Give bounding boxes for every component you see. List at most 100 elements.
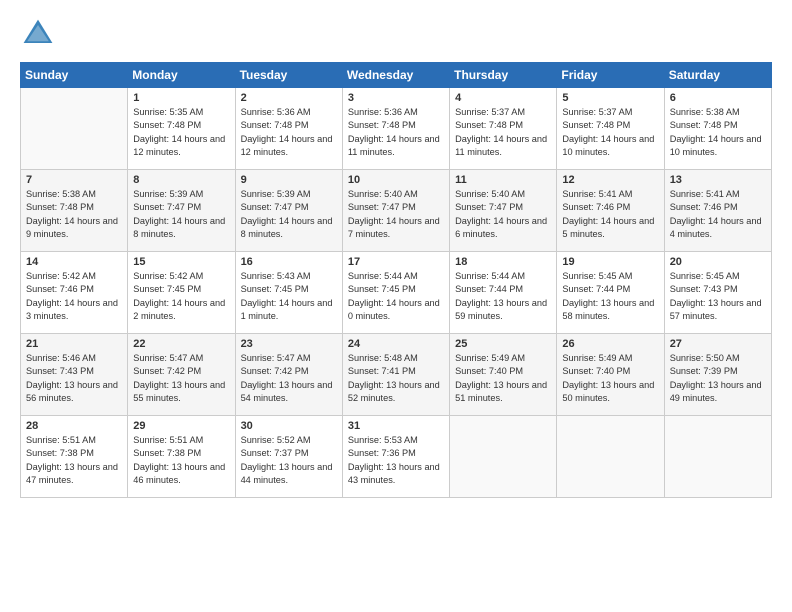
day-number: 26 xyxy=(562,338,658,350)
calendar-cell: 8 Sunrise: 5:39 AMSunset: 7:47 PMDaylight… xyxy=(128,170,235,252)
weekday-header-monday: Monday xyxy=(128,63,235,88)
calendar-cell: 14 Sunrise: 5:42 AMSunset: 7:46 PMDayligh… xyxy=(21,252,128,334)
calendar-cell: 22Sunrise: 5:47 AMSunset: 7:42 PMDayligh… xyxy=(128,334,235,416)
day-info: Sunrise: 5:47 AMSunset: 7:42 PMDaylight:… xyxy=(241,352,337,405)
day-number: 30 xyxy=(241,420,337,432)
calendar-cell: 29Sunrise: 5:51 AMSunset: 7:38 PMDayligh… xyxy=(128,416,235,498)
day-number: 15 xyxy=(133,256,229,268)
calendar-cell: 12 Sunrise: 5:41 AMSunset: 7:46 PMDayligh… xyxy=(557,170,664,252)
calendar-cell: 6 Sunrise: 5:38 AMSunset: 7:48 PMDaylight… xyxy=(664,88,771,170)
day-number: 20 xyxy=(670,256,766,268)
day-info: Sunrise: 5:36 AMSunset: 7:48 PMDaylight:… xyxy=(348,106,444,159)
day-number: 8 xyxy=(133,174,229,186)
day-number: 22 xyxy=(133,338,229,350)
day-number: 11 xyxy=(455,174,551,186)
calendar-table: SundayMondayTuesdayWednesdayThursdayFrid… xyxy=(20,62,772,498)
day-info: Sunrise: 5:49 AMSunset: 7:40 PMDaylight:… xyxy=(455,352,551,405)
calendar-cell: 13Sunrise: 5:41 AMSunset: 7:46 PMDayligh… xyxy=(664,170,771,252)
day-number: 23 xyxy=(241,338,337,350)
day-info: Sunrise: 5:45 AMSunset: 7:43 PMDaylight:… xyxy=(670,270,766,323)
day-info: Sunrise: 5:36 AMSunset: 7:48 PMDaylight:… xyxy=(241,106,337,159)
calendar-cell: 16 Sunrise: 5:43 AMSunset: 7:45 PMDayligh… xyxy=(235,252,342,334)
header xyxy=(20,16,772,52)
day-number: 27 xyxy=(670,338,766,350)
day-info: Sunrise: 5:42 AMSunset: 7:46 PMDaylight:… xyxy=(26,270,122,323)
calendar-cell: 31Sunrise: 5:53 AMSunset: 7:36 PMDayligh… xyxy=(342,416,449,498)
calendar-cell: 26 Sunrise: 5:49 AMSunset: 7:40 PMDayligh… xyxy=(557,334,664,416)
day-number: 25 xyxy=(455,338,551,350)
calendar-cell: 2 Sunrise: 5:36 AMSunset: 7:48 PMDaylight… xyxy=(235,88,342,170)
calendar-cell xyxy=(557,416,664,498)
calendar-cell: 7 Sunrise: 5:38 AMSunset: 7:48 PMDaylight… xyxy=(21,170,128,252)
calendar-cell: 1Sunrise: 5:35 AMSunset: 7:48 PMDaylight… xyxy=(128,88,235,170)
calendar-cell: 11Sunrise: 5:40 AMSunset: 7:47 PMDayligh… xyxy=(450,170,557,252)
day-number: 7 xyxy=(26,174,122,186)
day-number: 14 xyxy=(26,256,122,268)
day-number: 21 xyxy=(26,338,122,350)
calendar-cell xyxy=(21,88,128,170)
weekday-header-sunday: Sunday xyxy=(21,63,128,88)
day-number: 29 xyxy=(133,420,229,432)
week-row-3: 14 Sunrise: 5:42 AMSunset: 7:46 PMDayligh… xyxy=(21,252,772,334)
week-row-4: 21 Sunrise: 5:46 AMSunset: 7:43 PMDayligh… xyxy=(21,334,772,416)
weekday-header-wednesday: Wednesday xyxy=(342,63,449,88)
calendar-cell: 24 Sunrise: 5:48 AMSunset: 7:41 PMDayligh… xyxy=(342,334,449,416)
day-info: Sunrise: 5:41 AMSunset: 7:46 PMDaylight:… xyxy=(670,188,766,241)
calendar-cell: 25 Sunrise: 5:49 AMSunset: 7:40 PMDayligh… xyxy=(450,334,557,416)
day-info: Sunrise: 5:39 AMSunset: 7:47 PMDaylight:… xyxy=(241,188,337,241)
day-number: 19 xyxy=(562,256,658,268)
day-info: Sunrise: 5:38 AMSunset: 7:48 PMDaylight:… xyxy=(26,188,122,241)
day-number: 28 xyxy=(26,420,122,432)
day-number: 17 xyxy=(348,256,444,268)
calendar-cell: 27 Sunrise: 5:50 AMSunset: 7:39 PMDayligh… xyxy=(664,334,771,416)
calendar-cell xyxy=(450,416,557,498)
day-number: 6 xyxy=(670,92,766,104)
day-info: Sunrise: 5:39 AMSunset: 7:47 PMDaylight:… xyxy=(133,188,229,241)
day-info: Sunrise: 5:37 AMSunset: 7:48 PMDaylight:… xyxy=(562,106,658,159)
calendar-cell: 23 Sunrise: 5:47 AMSunset: 7:42 PMDayligh… xyxy=(235,334,342,416)
weekday-header-row: SundayMondayTuesdayWednesdayThursdayFrid… xyxy=(21,63,772,88)
day-info: Sunrise: 5:52 AMSunset: 7:37 PMDaylight:… xyxy=(241,434,337,487)
day-number: 1 xyxy=(133,92,229,104)
calendar-cell: 4 Sunrise: 5:37 AMSunset: 7:48 PMDaylight… xyxy=(450,88,557,170)
day-info: Sunrise: 5:38 AMSunset: 7:48 PMDaylight:… xyxy=(670,106,766,159)
day-info: Sunrise: 5:44 AMSunset: 7:45 PMDaylight:… xyxy=(348,270,444,323)
calendar-cell: 20 Sunrise: 5:45 AMSunset: 7:43 PMDayligh… xyxy=(664,252,771,334)
day-info: Sunrise: 5:41 AMSunset: 7:46 PMDaylight:… xyxy=(562,188,658,241)
page: SundayMondayTuesdayWednesdayThursdayFrid… xyxy=(0,0,792,612)
day-number: 12 xyxy=(562,174,658,186)
calendar-cell xyxy=(664,416,771,498)
calendar-cell: 21 Sunrise: 5:46 AMSunset: 7:43 PMDayligh… xyxy=(21,334,128,416)
day-number: 3 xyxy=(348,92,444,104)
calendar-cell: 3 Sunrise: 5:36 AMSunset: 7:48 PMDaylight… xyxy=(342,88,449,170)
week-row-5: 28Sunrise: 5:51 AMSunset: 7:38 PMDayligh… xyxy=(21,416,772,498)
day-info: Sunrise: 5:45 AMSunset: 7:44 PMDaylight:… xyxy=(562,270,658,323)
weekday-header-friday: Friday xyxy=(557,63,664,88)
day-info: Sunrise: 5:46 AMSunset: 7:43 PMDaylight:… xyxy=(26,352,122,405)
day-number: 4 xyxy=(455,92,551,104)
weekday-header-saturday: Saturday xyxy=(664,63,771,88)
day-number: 9 xyxy=(241,174,337,186)
logo xyxy=(20,16,60,52)
week-row-2: 7 Sunrise: 5:38 AMSunset: 7:48 PMDaylight… xyxy=(21,170,772,252)
day-number: 10 xyxy=(348,174,444,186)
day-info: Sunrise: 5:48 AMSunset: 7:41 PMDaylight:… xyxy=(348,352,444,405)
day-info: Sunrise: 5:43 AMSunset: 7:45 PMDaylight:… xyxy=(241,270,337,323)
day-number: 31 xyxy=(348,420,444,432)
calendar-cell: 28Sunrise: 5:51 AMSunset: 7:38 PMDayligh… xyxy=(21,416,128,498)
day-number: 24 xyxy=(348,338,444,350)
day-number: 2 xyxy=(241,92,337,104)
day-info: Sunrise: 5:40 AMSunset: 7:47 PMDaylight:… xyxy=(348,188,444,241)
day-info: Sunrise: 5:49 AMSunset: 7:40 PMDaylight:… xyxy=(562,352,658,405)
calendar-cell: 17 Sunrise: 5:44 AMSunset: 7:45 PMDayligh… xyxy=(342,252,449,334)
day-number: 16 xyxy=(241,256,337,268)
calendar-cell: 19 Sunrise: 5:45 AMSunset: 7:44 PMDayligh… xyxy=(557,252,664,334)
day-info: Sunrise: 5:37 AMSunset: 7:48 PMDaylight:… xyxy=(455,106,551,159)
calendar-cell: 10 Sunrise: 5:40 AMSunset: 7:47 PMDayligh… xyxy=(342,170,449,252)
calendar-cell: 5 Sunrise: 5:37 AMSunset: 7:48 PMDaylight… xyxy=(557,88,664,170)
day-info: Sunrise: 5:50 AMSunset: 7:39 PMDaylight:… xyxy=(670,352,766,405)
calendar-cell: 15 Sunrise: 5:42 AMSunset: 7:45 PMDayligh… xyxy=(128,252,235,334)
day-info: Sunrise: 5:42 AMSunset: 7:45 PMDaylight:… xyxy=(133,270,229,323)
day-number: 5 xyxy=(562,92,658,104)
day-number: 18 xyxy=(455,256,551,268)
